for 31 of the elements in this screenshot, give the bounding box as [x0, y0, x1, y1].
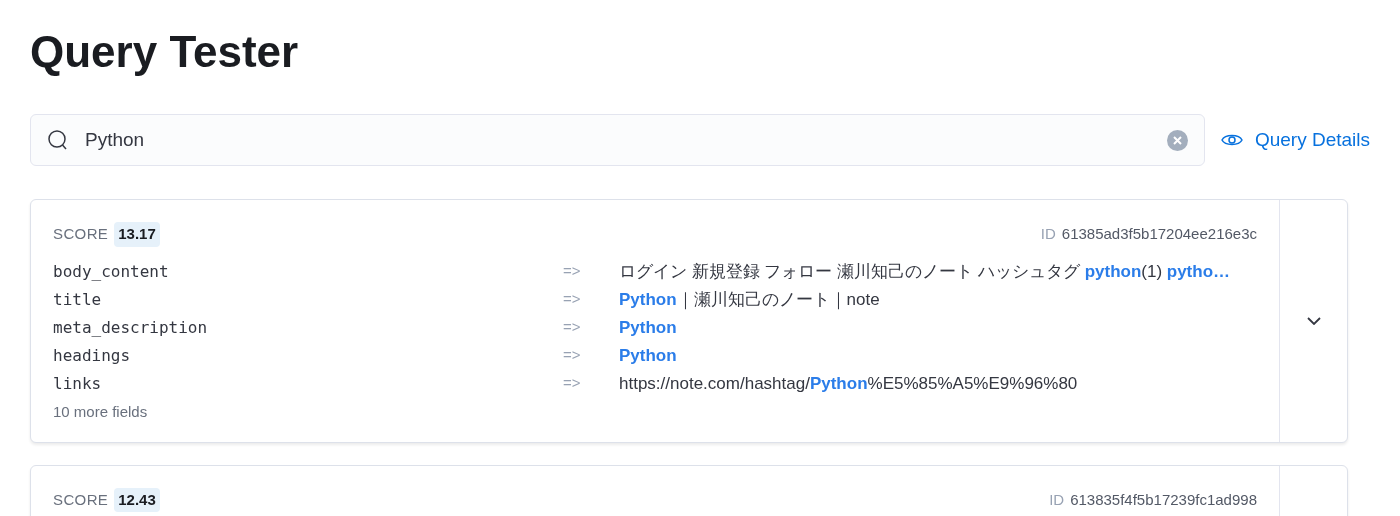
field-name: headings: [53, 344, 132, 367]
id-label: ID: [1040, 224, 1056, 244]
arrow-text: =>: [563, 317, 582, 338]
field-value: Python｜瀬川知己のノート｜note: [619, 288, 880, 312]
field-value: https://note.com/hashtag/Python%E5%85%A5%E9%96%80: [619, 372, 1078, 395]
field-name: links: [53, 372, 103, 395]
arrow-text: =>: [563, 373, 582, 394]
document-id: 613835f4f5b17239fc1ad998: [1070, 489, 1257, 510]
field-name: body_content: [53, 260, 170, 283]
search-icon: [47, 129, 69, 151]
score-value: 12.43: [114, 487, 160, 512]
chevron-down-icon[interactable]: [1306, 316, 1321, 325]
field-value: ログイン 新規登録 フォロー 瀬川知己のノート ハッシュタグ python(1) pytho…: [619, 260, 1231, 283]
page-title: Query Tester: [30, 26, 300, 78]
search-field[interactable]: Python: [85, 125, 1167, 155]
field-value: Python: [619, 316, 677, 339]
arrow-text: =>: [563, 261, 582, 282]
document-id: 61385ad3f5b17204ee216e3c: [1061, 224, 1257, 244]
field-name: title: [53, 288, 103, 311]
field-value: Python: [619, 344, 677, 367]
score-label: SCORE: [53, 489, 109, 510]
arrow-text: =>: [563, 289, 582, 310]
score-value: 13.17: [114, 222, 160, 247]
arrow-text: =>: [563, 345, 582, 366]
more-fields-text[interactable]: 10 more fields: [53, 402, 148, 420]
id-label: ID: [1049, 489, 1065, 510]
field-name: meta_description: [53, 316, 209, 339]
search-bar[interactable]: Python: [30, 114, 1205, 166]
eye-icon: [1220, 132, 1243, 148]
query-details-link[interactable]: Query Details: [1220, 125, 1370, 155]
score-label: SCORE: [53, 224, 109, 244]
